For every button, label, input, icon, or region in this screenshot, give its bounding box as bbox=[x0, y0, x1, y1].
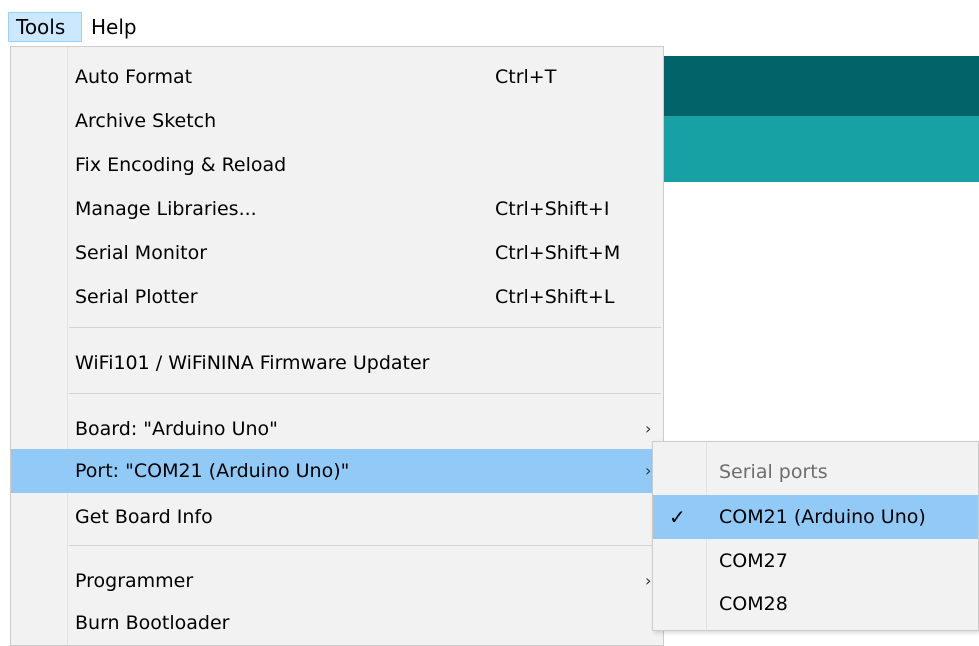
submenu-header: Serial ports bbox=[653, 450, 978, 494]
menu-item-manage-libraries[interactable]: Manage Libraries... Ctrl+Shift+I bbox=[11, 187, 663, 231]
chevron-right-icon: › bbox=[645, 419, 652, 438]
port-item-com28[interactable]: COM28 bbox=[653, 582, 978, 626]
menu-item-label: Fix Encoding & Reload bbox=[75, 154, 287, 176]
checkmark-icon: ✓ bbox=[669, 505, 686, 529]
menu-separator bbox=[69, 545, 661, 546]
menu-item-label: Auto Format bbox=[75, 66, 193, 88]
menu-item-firmware-updater[interactable]: WiFi101 / WiFiNINA Firmware Updater bbox=[11, 341, 663, 385]
port-item-com21[interactable]: ✓ COM21 (Arduino Uno) bbox=[653, 495, 978, 539]
menu-item-burn-bootloader[interactable]: Burn Bootloader bbox=[11, 601, 663, 645]
menu-item-label: Port: "COM21 (Arduino Uno)" bbox=[75, 460, 350, 482]
menu-item-label: Burn Bootloader bbox=[75, 612, 230, 634]
chevron-right-icon: › bbox=[645, 461, 652, 480]
menu-separator bbox=[69, 327, 661, 328]
menu-item-board[interactable]: Board: "Arduino Uno" › bbox=[11, 407, 663, 451]
menu-item-label: WiFi101 / WiFiNINA Firmware Updater bbox=[75, 352, 430, 374]
menu-item-serial-monitor[interactable]: Serial Monitor Ctrl+Shift+M bbox=[11, 231, 663, 275]
port-item-label: COM28 bbox=[719, 593, 788, 615]
menu-item-label: Serial Monitor bbox=[75, 242, 208, 264]
menu-help[interactable]: Help bbox=[84, 12, 144, 42]
menu-item-label: Manage Libraries... bbox=[75, 198, 257, 220]
menu-item-shortcut: Ctrl+Shift+M bbox=[495, 242, 621, 264]
menu-tools[interactable]: Tools bbox=[8, 12, 82, 42]
menu-bar: Tools Help bbox=[0, 0, 979, 46]
port-submenu: Serial ports ✓ COM21 (Arduino Uno) COM27… bbox=[652, 441, 979, 631]
menu-item-label: Get Board Info bbox=[75, 506, 213, 528]
menu-item-serial-plotter[interactable]: Serial Plotter Ctrl+Shift+L bbox=[11, 275, 663, 319]
editor-tab-bar bbox=[660, 116, 979, 182]
menu-item-label: Serial Plotter bbox=[75, 286, 198, 308]
editor-toolbar bbox=[660, 56, 979, 116]
menu-item-shortcut: Ctrl+Shift+L bbox=[495, 286, 615, 308]
menu-item-label: Programmer bbox=[75, 570, 194, 592]
menu-item-port[interactable]: Port: "COM21 (Arduino Uno)" › bbox=[11, 449, 663, 493]
menu-item-label: Archive Sketch bbox=[75, 110, 217, 132]
tools-menu: Auto Format Ctrl+T Archive Sketch Fix En… bbox=[10, 46, 664, 646]
port-item-label: COM21 (Arduino Uno) bbox=[719, 506, 926, 528]
menu-item-auto-format[interactable]: Auto Format Ctrl+T bbox=[11, 55, 663, 99]
menu-item-programmer[interactable]: Programmer › bbox=[11, 559, 663, 603]
menu-item-label: Board: "Arduino Uno" bbox=[75, 418, 278, 440]
menu-item-archive-sketch[interactable]: Archive Sketch bbox=[11, 99, 663, 143]
menu-item-fix-encoding[interactable]: Fix Encoding & Reload bbox=[11, 143, 663, 187]
port-item-com27[interactable]: COM27 bbox=[653, 539, 978, 583]
chevron-right-icon: › bbox=[645, 571, 652, 590]
menu-separator bbox=[69, 393, 661, 394]
submenu-header-label: Serial ports bbox=[719, 461, 828, 483]
menu-item-shortcut: Ctrl+T bbox=[495, 66, 557, 88]
menu-item-get-board-info[interactable]: Get Board Info bbox=[11, 495, 663, 539]
menu-item-shortcut: Ctrl+Shift+I bbox=[495, 198, 610, 220]
port-item-label: COM27 bbox=[719, 550, 788, 572]
